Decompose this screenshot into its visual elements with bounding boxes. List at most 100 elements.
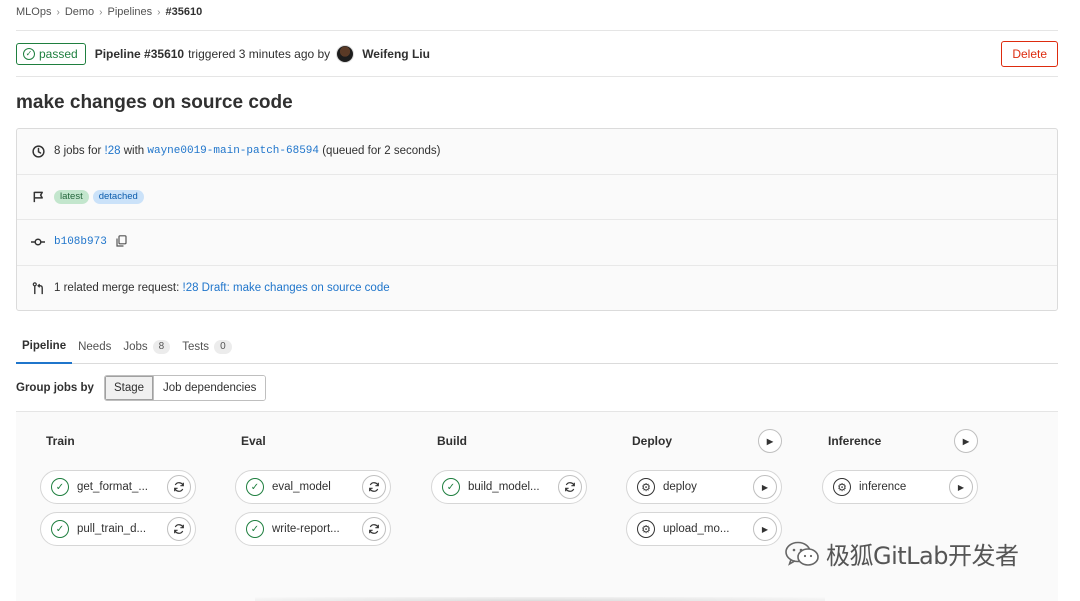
play-icon[interactable]: ▶ [753, 475, 777, 499]
wechat-logo-icon [785, 541, 819, 566]
chevron-right-icon: › [56, 6, 60, 18]
play-icon[interactable]: ▶ [753, 517, 777, 541]
group-jobs-toggle: Stage Job dependencies [103, 375, 267, 401]
chevron-right-icon: › [99, 6, 103, 18]
commit-icon [30, 237, 46, 247]
avatar[interactable] [336, 45, 355, 63]
breadcrumb-item-project[interactable]: Demo [65, 6, 94, 18]
job-item[interactable]: ⚙ upload_mo... ▶ [626, 512, 782, 546]
job-item[interactable]: ✓ pull_train_d... [40, 512, 196, 546]
page-title: make changes on source code [16, 92, 293, 113]
tab-label: Needs [78, 341, 112, 353]
stage-header: Train [36, 428, 196, 454]
with-text: with [123, 145, 145, 158]
retry-icon[interactable] [362, 517, 386, 541]
group-by-stage-button[interactable]: Stage [104, 376, 154, 400]
check-circle-icon: ✓ [51, 478, 69, 496]
commit-row: b108b973 [17, 220, 1057, 266]
stage-name: Deploy [632, 434, 673, 448]
clock-icon [30, 145, 46, 158]
merge-request-icon [30, 281, 46, 295]
breadcrumb-item-group[interactable]: MLOps [16, 6, 51, 18]
play-icon[interactable]: ▶ [758, 429, 782, 453]
job-name: build_model... [468, 481, 540, 493]
tag-latest[interactable]: latest [54, 189, 89, 204]
jobs-info-row: 8 jobs for !28 with wayne0019-main-patch… [17, 129, 1057, 175]
pipeline-info-box: 8 jobs for !28 with wayne0019-main-patch… [16, 128, 1058, 311]
stage-header: Deploy ▶ [622, 428, 782, 454]
watermark: 极狐GitLab开发者 [784, 536, 1019, 571]
job-item[interactable]: ⚙ deploy ▶ [626, 470, 782, 504]
group-by-dependencies-button[interactable]: Job dependencies [153, 376, 266, 400]
author-name[interactable]: Weifeng Liu [362, 47, 430, 61]
stage-name: Train [46, 434, 75, 448]
pipeline-header: ✓ passed Pipeline #35610 triggered 3 min… [16, 40, 1058, 68]
gear-icon: ⚙ [833, 478, 851, 496]
divider [16, 30, 1058, 31]
merge-request-link[interactable]: !28 [105, 145, 121, 157]
breadcrumb: MLOps › Demo › Pipelines › #35610 [16, 4, 202, 20]
stage-header: Eval [231, 428, 391, 454]
job-name: inference [859, 481, 907, 493]
play-icon[interactable]: ▶ [949, 475, 973, 499]
job-name: upload_mo... [663, 523, 730, 535]
tests-count-badge: 0 [214, 340, 232, 354]
retry-icon[interactable] [558, 475, 582, 499]
tab-tests[interactable]: Tests 0 [176, 330, 237, 364]
job-item[interactable]: ✓ write-report... [235, 512, 391, 546]
job-item[interactable]: ✓ build_model... [431, 470, 587, 504]
flag-icon [30, 190, 46, 203]
copy-icon[interactable] [116, 234, 127, 250]
play-icon[interactable]: ▶ [954, 429, 978, 453]
stage-name: Build [437, 434, 467, 448]
watermark-text: 极狐GitLab开发者 [826, 542, 1019, 570]
related-mr-link[interactable]: !28 Draft: make changes on source code [183, 282, 390, 294]
job-name: write-report... [272, 523, 340, 535]
group-jobs-label: Group jobs by [16, 382, 94, 394]
tab-pipeline[interactable]: Pipeline [16, 330, 73, 364]
check-circle-icon: ✓ [23, 48, 35, 60]
jobs-count-text: 8 jobs for [54, 145, 102, 158]
divider [16, 76, 1058, 77]
breadcrumb-item-current[interactable]: #35610 [165, 6, 202, 18]
check-circle-icon: ✓ [246, 478, 264, 496]
retry-icon[interactable] [167, 517, 191, 541]
stage-name: Inference [828, 434, 882, 448]
job-name: get_format_... [77, 481, 148, 493]
tab-needs[interactable]: Needs [72, 330, 117, 364]
pipeline-id: Pipeline #35610 [94, 47, 185, 61]
pipeline-graph: Train ✓ get_format_... ✓ pull_train_d...… [16, 411, 1058, 601]
check-circle-icon: ✓ [51, 520, 69, 538]
job-item[interactable]: ✓ get_format_... [40, 470, 196, 504]
job-item[interactable]: ⚙ inference ▶ [822, 470, 978, 504]
tab-jobs[interactable]: Jobs 8 [117, 330, 176, 364]
check-circle-icon: ✓ [442, 478, 460, 496]
breadcrumb-item-pipelines[interactable]: Pipelines [108, 6, 153, 18]
stage-header: Build [427, 428, 587, 454]
retry-icon[interactable] [362, 475, 386, 499]
jobs-count-badge: 8 [152, 340, 171, 354]
job-item[interactable]: ✓ eval_model [235, 470, 391, 504]
chevron-right-icon: › [157, 6, 161, 18]
scroll-shadow [255, 597, 825, 601]
status-label: passed [39, 47, 78, 61]
related-mr-row: 1 related merge request: !28 Draft: make… [17, 266, 1057, 312]
gear-icon: ⚙ [637, 520, 655, 538]
queued-text: (queued for 2 seconds) [322, 145, 441, 158]
triggered-text: triggered 3 minutes ago by [188, 47, 331, 61]
tag-detached[interactable]: detached [92, 189, 144, 204]
commit-sha-link[interactable]: b108b973 [54, 236, 107, 248]
job-name: deploy [663, 481, 697, 493]
tab-label: Tests [182, 341, 210, 353]
retry-icon[interactable] [167, 475, 191, 499]
status-badge[interactable]: ✓ passed [16, 43, 86, 65]
pipeline-tabs: Pipeline Needs Jobs 8 Tests 0 [16, 330, 1058, 364]
tags-row: latest detached [17, 175, 1057, 220]
stage-header: Inference ▶ [818, 428, 978, 454]
tab-label: Pipeline [22, 340, 67, 352]
delete-button[interactable]: Delete [1001, 41, 1058, 67]
tab-label: Jobs [123, 341, 148, 353]
check-circle-icon: ✓ [246, 520, 264, 538]
branch-link[interactable]: wayne0019-main-patch-68594 [147, 145, 319, 157]
job-name: eval_model [272, 481, 331, 493]
